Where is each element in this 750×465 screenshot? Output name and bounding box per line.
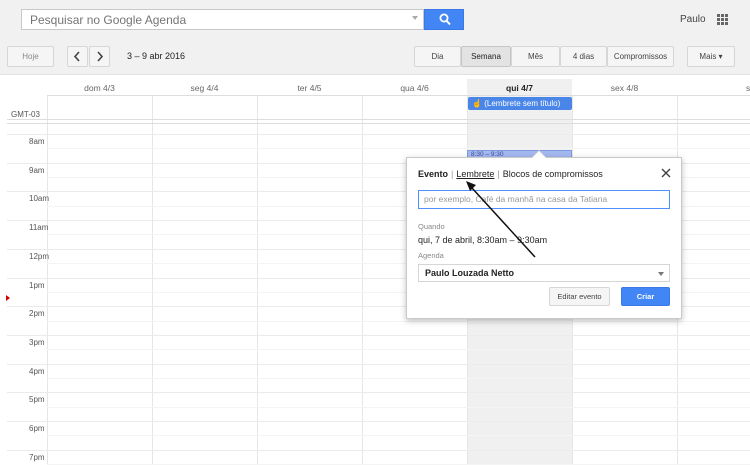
half-hour-gridline	[47, 349, 750, 351]
grid-top-border	[7, 123, 750, 124]
day-header-thu[interactable]: qui 4/7	[467, 83, 572, 93]
more-button[interactable]: Mais ▾	[687, 46, 735, 67]
chevron-right-icon	[97, 51, 104, 62]
hour-label: 2pm	[29, 309, 45, 319]
hour-gridline	[7, 421, 750, 422]
tab-reminder[interactable]: Lembrete	[456, 169, 494, 179]
date-range: 3 – 9 abr 2016	[127, 51, 186, 61]
hour-gridline	[7, 449, 750, 451]
hour-label: 8am	[29, 137, 45, 146]
day-header-sun[interactable]: dom 4/3	[47, 83, 152, 93]
event-title-input[interactable]: por exemplo, Café da manhã na casa da Ta…	[418, 190, 670, 209]
calendar-select-value: Paulo Louzada Netto	[425, 268, 515, 278]
view-agenda-button[interactable]: Compromissos	[607, 46, 674, 67]
reminder-hand-icon: ☝	[472, 99, 482, 108]
user-name[interactable]: Paulo	[680, 14, 706, 25]
hour-label: 9am	[29, 165, 45, 175]
hour-label: 1pm	[29, 280, 45, 290]
current-time-marker	[6, 295, 10, 301]
day-header-mon[interactable]: seg 4/4	[152, 83, 257, 93]
view-week-button[interactable]: Semana	[461, 46, 511, 67]
column-divider	[152, 95, 153, 465]
day-header-tue[interactable]: ter 4/5	[257, 83, 362, 93]
popup-tabs: Evento | Lembrete | Blocos de compromissos	[418, 169, 603, 179]
half-hour-gridline	[47, 148, 750, 150]
hour-label: 5pm	[29, 395, 45, 405]
hour-label: 4pm	[29, 366, 45, 376]
hour-label: 3pm	[29, 337, 45, 347]
chevron-left-icon	[73, 51, 80, 62]
search-options-chevron-icon[interactable]	[412, 16, 418, 20]
hour-label: 12pm	[29, 251, 50, 261]
prev-week-button[interactable]	[67, 46, 88, 67]
column-divider	[257, 95, 258, 465]
reminder-chip[interactable]: ☝ (Lembrete sem título)	[468, 97, 572, 110]
all-day-top-border	[47, 95, 750, 96]
create-button[interactable]: Criar	[621, 287, 670, 306]
day-header-wed[interactable]: qua 4/6	[362, 83, 467, 93]
apps-grid-icon[interactable]	[717, 14, 728, 25]
column-divider	[362, 95, 363, 465]
hour-label: 10am	[29, 194, 50, 204]
hour-label: 7pm	[29, 452, 45, 462]
top-bar: Paulo	[0, 0, 750, 40]
close-icon[interactable]	[660, 167, 672, 179]
when-value: qui, 7 de abril, 8:30am – 9:30am	[418, 235, 548, 245]
search-icon	[439, 13, 451, 26]
view-4days-button[interactable]: 4 dias	[560, 46, 607, 67]
chevron-down-icon	[658, 272, 664, 276]
today-button[interactable]: Hoje	[7, 46, 54, 67]
calendar-label: Agenda	[418, 251, 444, 260]
half-hour-gridline	[47, 320, 750, 322]
when-label: Quando	[418, 222, 445, 231]
hour-gridline	[7, 134, 750, 135]
day-header-sat[interactable]: sáb 4/9	[677, 83, 750, 93]
calendar-select[interactable]: Paulo Louzada Netto	[418, 264, 670, 282]
hour-gridline	[7, 334, 750, 336]
search-input[interactable]	[22, 10, 410, 29]
popup-pointer-fill	[532, 151, 546, 158]
all-day-bottom-border	[7, 119, 750, 120]
half-hour-gridline	[47, 406, 750, 408]
toolbar: Hoje 3 – 9 abr 2016 Dia Semana Mês 4 dia…	[0, 40, 750, 75]
view-month-button[interactable]: Mês	[511, 46, 560, 67]
timezone-label: GMT-03	[11, 110, 40, 119]
edit-event-button[interactable]: Editar evento	[549, 287, 610, 306]
half-hour-gridline	[47, 435, 750, 437]
view-day-button[interactable]: Dia	[414, 46, 461, 67]
hour-label: 6pm	[29, 424, 45, 433]
half-hour-gridline	[47, 377, 750, 379]
next-week-button[interactable]	[89, 46, 110, 67]
tab-appointment-slots[interactable]: Blocos de compromissos	[503, 169, 603, 179]
quick-add-popup: Evento | Lembrete | Blocos de compromissos p…	[406, 150, 682, 319]
search-button[interactable]	[424, 9, 464, 30]
day-header-fri[interactable]: sex 4/8	[572, 83, 677, 93]
reminder-chip-label: (Lembrete sem título)	[484, 99, 561, 108]
search-box[interactable]	[21, 9, 424, 30]
hour-label: 11am	[29, 223, 49, 233]
tab-event[interactable]: Evento	[418, 169, 448, 179]
hour-gridline	[7, 392, 750, 394]
column-divider	[47, 95, 48, 465]
hour-gridline	[7, 363, 750, 365]
